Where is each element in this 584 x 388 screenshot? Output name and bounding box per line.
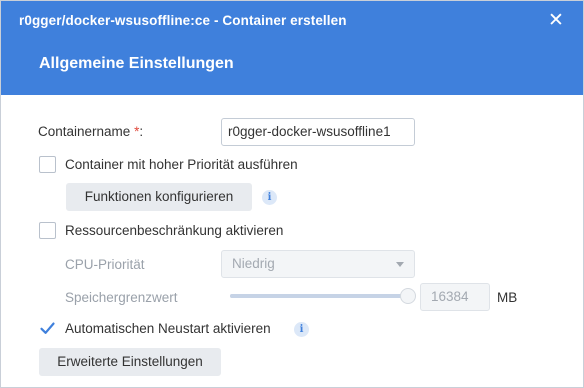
- memory-limit-slider-thumb[interactable]: [400, 288, 416, 304]
- memory-limit-input[interactable]: 16384: [420, 283, 490, 311]
- high-priority-checkbox[interactable]: [39, 156, 56, 173]
- window-title: r0gger/docker-wsusoffline:ce - Container…: [19, 13, 347, 28]
- cpu-priority-select[interactable]: Niedrig: [221, 250, 415, 278]
- advanced-settings-button[interactable]: Erweiterte Einstellungen: [39, 348, 221, 376]
- close-icon[interactable]: ✕: [543, 8, 569, 34]
- dialog-content: Containername *: r0gger-docker-wsusoffli…: [1, 95, 583, 387]
- chevron-down-icon: [396, 262, 404, 267]
- resource-limit-label: Ressourcenbeschränkung aktivieren: [65, 223, 284, 238]
- container-name-input[interactable]: r0gger-docker-wsusoffline1: [221, 118, 415, 146]
- cpu-priority-label: CPU-Priorität: [65, 257, 145, 272]
- auto-restart-label: Automatischen Neustart aktivieren: [65, 321, 271, 336]
- high-priority-label: Container mit hoher Priorität ausführen: [65, 157, 298, 172]
- container-name-label-suffix: :: [139, 124, 144, 139]
- configure-functions-button[interactable]: Funktionen konfigurieren: [66, 183, 252, 211]
- memory-limit-slider-fill: [230, 294, 408, 298]
- memory-unit-label: MB: [497, 290, 518, 305]
- auto-restart-checkbox[interactable]: [39, 320, 56, 337]
- info-icon[interactable]: i: [294, 322, 309, 337]
- info-icon[interactable]: i: [262, 190, 277, 205]
- cpu-priority-value: Niedrig: [232, 256, 275, 271]
- check-icon: [40, 322, 55, 334]
- memory-limit-label: Speichergrenzwert: [65, 290, 178, 305]
- dialog-header: r0gger/docker-wsusoffline:ce - Container…: [1, 1, 583, 95]
- container-name-label-text: Containername: [38, 124, 131, 139]
- section-title: Allgemeine Einstellungen: [39, 55, 234, 72]
- container-name-label: Containername *:: [38, 124, 143, 139]
- resource-limit-checkbox[interactable]: [39, 222, 56, 239]
- memory-limit-slider[interactable]: [230, 294, 408, 298]
- create-container-dialog: r0gger/docker-wsusoffline:ce - Container…: [0, 0, 584, 388]
